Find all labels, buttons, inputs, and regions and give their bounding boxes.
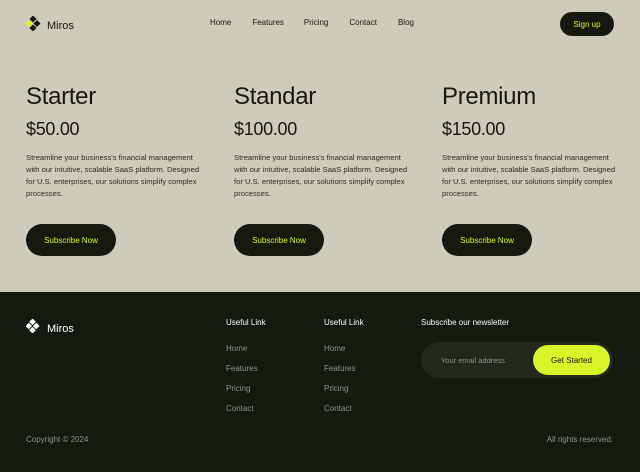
plan-starter: Starter $50.00 Streamline your business'… — [26, 82, 206, 256]
plan-description: Streamline your business's financial man… — [234, 153, 408, 198]
plan-premium: Premium $150.00 Streamline your business… — [442, 82, 622, 256]
footer: Miros Useful Link Home Features Pricing … — [0, 292, 640, 472]
newsletter-form: Get Started — [421, 342, 613, 378]
get-started-button[interactable]: Get Started — [533, 345, 610, 375]
plan-description: Streamline your business's financial man… — [26, 153, 200, 198]
subscribe-button[interactable]: Subscribe Now — [234, 224, 324, 256]
footer-link-contact[interactable]: Contact — [226, 399, 266, 419]
nav-features[interactable]: Features — [252, 18, 284, 27]
brand-logo[interactable]: Miros — [25, 15, 74, 36]
diamond-cluster-icon — [25, 318, 40, 338]
subscribe-button[interactable]: Subscribe Now — [442, 224, 532, 256]
header: Miros Home Features Pricing Contact Blog… — [0, 0, 640, 48]
footer-link-pricing[interactable]: Pricing — [324, 379, 364, 399]
plan-standard: Standar $100.00 Streamline your business… — [234, 82, 414, 256]
rights-text: All rights reserved. — [546, 435, 613, 444]
plan-name: Premium — [442, 83, 536, 110]
footer-link-features[interactable]: Features — [226, 359, 266, 379]
copyright-text: Copyright © 2024 — [26, 435, 89, 444]
plan-name: Starter — [26, 83, 96, 110]
nav-home[interactable]: Home — [210, 18, 231, 27]
footer-link-home[interactable]: Home — [226, 339, 266, 359]
footer-brand-name: Miros — [47, 322, 74, 335]
nav-contact[interactable]: Contact — [349, 18, 377, 27]
newsletter-email-input[interactable] — [441, 352, 536, 368]
footer-link-features[interactable]: Features — [324, 359, 364, 379]
column-title: Useful Link — [226, 318, 266, 327]
nav-pricing[interactable]: Pricing — [304, 18, 328, 27]
footer-brand-logo[interactable]: Miros — [25, 318, 74, 338]
footer-links-column-2: Useful Link Home Features Pricing Contac… — [324, 318, 364, 419]
plan-price: $100.00 — [234, 119, 297, 139]
nav-blog[interactable]: Blog — [398, 18, 414, 27]
diamond-cluster-icon — [25, 15, 41, 36]
footer-link-contact[interactable]: Contact — [324, 399, 364, 419]
plan-name: Standar — [234, 83, 316, 110]
plan-description: Streamline your business's financial man… — [442, 153, 616, 198]
column-title: Useful Link — [324, 318, 364, 327]
footer-link-pricing[interactable]: Pricing — [226, 379, 266, 399]
footer-link-home[interactable]: Home — [324, 339, 364, 359]
subscribe-button[interactable]: Subscribe Now — [26, 224, 116, 256]
brand-name: Miros — [47, 20, 74, 32]
newsletter-title: Subscribe our newsletter — [421, 318, 510, 327]
footer-links-column-1: Useful Link Home Features Pricing Contac… — [226, 318, 266, 419]
plan-price: $150.00 — [442, 119, 505, 139]
main-nav: Home Features Pricing Contact Blog — [210, 18, 414, 27]
signup-button[interactable]: Sign up — [560, 12, 614, 36]
plan-price: $50.00 — [26, 119, 80, 139]
pricing-plans: Starter $50.00 Streamline your business'… — [0, 48, 640, 292]
